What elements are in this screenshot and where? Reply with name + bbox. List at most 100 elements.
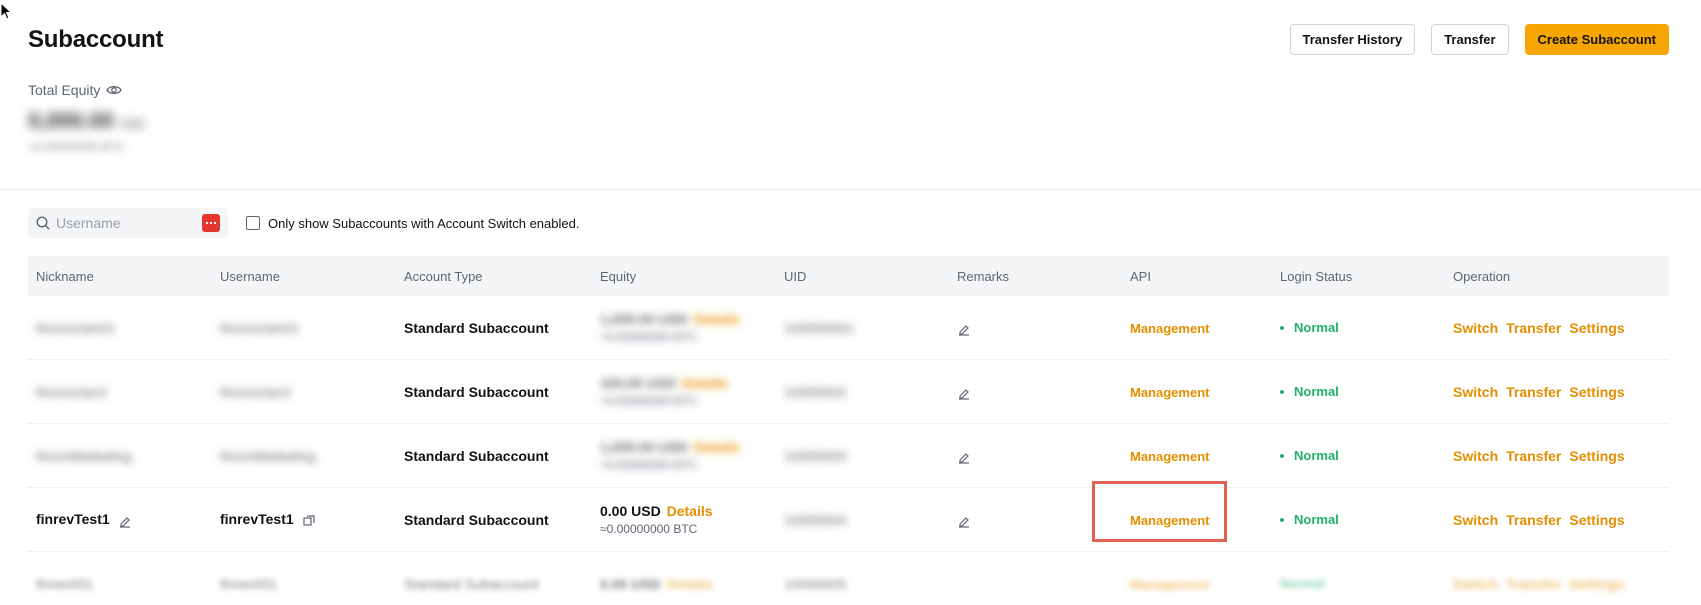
transfer-history-button[interactable]: Transfer History — [1289, 24, 1416, 55]
api-cell: Management — [1130, 576, 1210, 592]
username-cell: finrevMarketing — [220, 447, 316, 464]
page-title: Subaccount — [28, 26, 164, 53]
create-subaccount-button[interactable]: Create Subaccount — [1524, 24, 1669, 55]
uid-cell: 100000001 — [784, 319, 855, 336]
uid-cell: 10000004 — [784, 511, 847, 528]
nickname-cell: finrevUser01 — [36, 319, 116, 336]
switch-link[interactable]: Switch — [1453, 448, 1498, 464]
settings-link[interactable]: Settings — [1569, 320, 1624, 336]
transfer-link[interactable]: Transfer — [1506, 512, 1561, 528]
page-header: Subaccount Transfer History Transfer Cre… — [28, 24, 1669, 64]
settings-link[interactable]: Settings — [1569, 384, 1624, 400]
mouse-cursor-icon — [0, 2, 12, 20]
column-header-equity: Equity — [600, 268, 637, 284]
equity-cell: 1,000.00 USD Details ≈0.00000000 BTC — [600, 439, 740, 472]
equity-cell: 100.00 USD Details ≈0.00000000 BTC — [600, 375, 729, 408]
divider — [0, 189, 1701, 190]
equity-details-link[interactable]: Details — [667, 503, 713, 519]
login-status-cell: Normal — [1272, 512, 1445, 527]
nickname-cell: finrevUser2 — [36, 383, 108, 400]
account-type-cell: Standard Subaccount — [404, 511, 549, 528]
login-status-text: Normal — [1294, 448, 1339, 463]
account-type-cell: Standard Subaccount — [404, 575, 539, 592]
account-switch-checkbox-label: Only show Subaccounts with Account Switc… — [268, 215, 580, 231]
transfer-button[interactable]: Transfer — [1431, 24, 1509, 55]
login-status-cell: Normal — [1280, 576, 1325, 591]
account-switch-filter[interactable]: Only show Subaccounts with Account Switc… — [246, 216, 579, 231]
api-management-link[interactable]: Management — [1130, 321, 1209, 336]
table-row: finrevTest1 finrevTest1 Standard Subacco… — [28, 480, 1669, 552]
column-header-remarks: Remarks — [957, 268, 1010, 284]
operation-cell: Switch Transfer Settings — [1445, 512, 1669, 528]
login-status-cell: Normal — [1272, 448, 1445, 463]
remarks-cell — [949, 447, 1122, 464]
eye-icon[interactable] — [106, 84, 123, 96]
nickname-cell: finrevMarketing — [36, 447, 132, 464]
api-management-link[interactable]: Management — [1130, 449, 1209, 464]
column-header-account-type: Account Type — [404, 268, 483, 284]
column-header-login-status: Login Status — [1280, 268, 1353, 284]
total-equity-section: Total Equity 0,000.00 USD ≈0.00000000 BT… — [28, 82, 145, 154]
account-switch-checkbox[interactable] — [246, 216, 260, 230]
api-cell: Management — [1092, 480, 1272, 542]
switch-link[interactable]: Switch — [1453, 512, 1498, 528]
switch-link[interactable]: Switch — [1453, 384, 1498, 400]
switch-link[interactable]: Switch — [1453, 320, 1498, 336]
api-management-link[interactable]: Management — [1130, 385, 1209, 400]
equity-cell: 0.00 USD Details ≈0.00000000 BTC — [600, 503, 713, 536]
login-status-text: Normal — [1294, 384, 1339, 399]
subaccount-table: Nickname Username Account Type Equity UI… — [28, 256, 1669, 605]
table-row: finrev001 finrev001 Standard Subaccount … — [28, 552, 1669, 605]
account-type-cell: Standard Subaccount — [404, 319, 549, 336]
transfer-link[interactable]: Transfer — [1506, 448, 1561, 464]
transfer-link[interactable]: Transfer — [1506, 384, 1561, 400]
search-icon — [36, 216, 50, 230]
filter-bar: Only show Subaccounts with Account Switc… — [28, 208, 579, 238]
table-row: finrevUser01 finrevUser01 Standard Subac… — [28, 296, 1669, 360]
column-header-username: Username — [220, 268, 280, 284]
username-search-input[interactable] — [56, 215, 196, 231]
settings-link[interactable]: Settings — [1569, 448, 1624, 464]
total-equity-value: 0,000.00 USD — [28, 108, 146, 133]
login-status-cell: Normal — [1272, 384, 1445, 399]
table-row: finrevMarketing finrevMarketing Standard… — [28, 424, 1669, 488]
api-cell: Management — [1122, 320, 1272, 336]
search-box — [28, 208, 228, 238]
username-cell: finrevTest1 — [212, 511, 396, 527]
edit-nickname-icon[interactable] — [118, 514, 132, 528]
column-header-operation: Operation — [1453, 268, 1511, 284]
uid-cell: 10000005 — [784, 575, 847, 592]
settings-link[interactable]: Settings — [1569, 512, 1624, 528]
login-status-cell: Normal — [1272, 320, 1445, 335]
remarks-cell — [949, 383, 1122, 400]
login-status-text: Normal — [1294, 320, 1339, 335]
username-cell: finrev001 — [220, 575, 278, 592]
account-type-cell: Standard Subaccount — [404, 447, 549, 464]
username-cell: finrevUser2 — [220, 383, 292, 400]
operation-cell: Switch Transfer Settings — [1445, 320, 1669, 336]
transfer-link[interactable]: Transfer — [1506, 320, 1561, 336]
login-status-text: Normal — [1294, 512, 1339, 527]
operation-cell: Switch Transfer Settings — [1453, 575, 1625, 592]
edit-remarks-icon[interactable] — [957, 514, 971, 528]
header-actions: Transfer History Transfer Create Subacco… — [1289, 24, 1669, 55]
operation-cell: Switch Transfer Settings — [1445, 384, 1669, 400]
table-row: finrevUser2 finrevUser2 Standard Subacco… — [28, 360, 1669, 424]
account-type-cell: Standard Subaccount — [404, 383, 549, 400]
equity-cell: 0.00 USD Details — [600, 575, 713, 592]
password-manager-icon[interactable] — [202, 214, 220, 232]
edit-remarks-icon[interactable] — [957, 322, 971, 336]
api-cell: Management — [1122, 384, 1272, 400]
total-equity-btc: ≈0.00000000 BTC — [28, 140, 126, 154]
nickname-cell: finrev001 — [36, 575, 94, 592]
operation-cell: Switch Transfer Settings — [1445, 448, 1669, 464]
highlight-box — [1092, 480, 1227, 542]
edit-remarks-icon[interactable] — [957, 386, 971, 400]
uid-cell: 10000003 — [784, 447, 847, 464]
copy-icon[interactable] — [302, 514, 316, 528]
uid-cell: 10000002 — [784, 383, 847, 400]
edit-remarks-icon[interactable] — [957, 450, 971, 464]
equity-cell: 1,000.00 USD Details ≈0.00000000 BTC — [600, 311, 740, 344]
column-header-uid: UID — [784, 268, 807, 284]
nickname-cell: finrevTest1 — [28, 511, 212, 527]
